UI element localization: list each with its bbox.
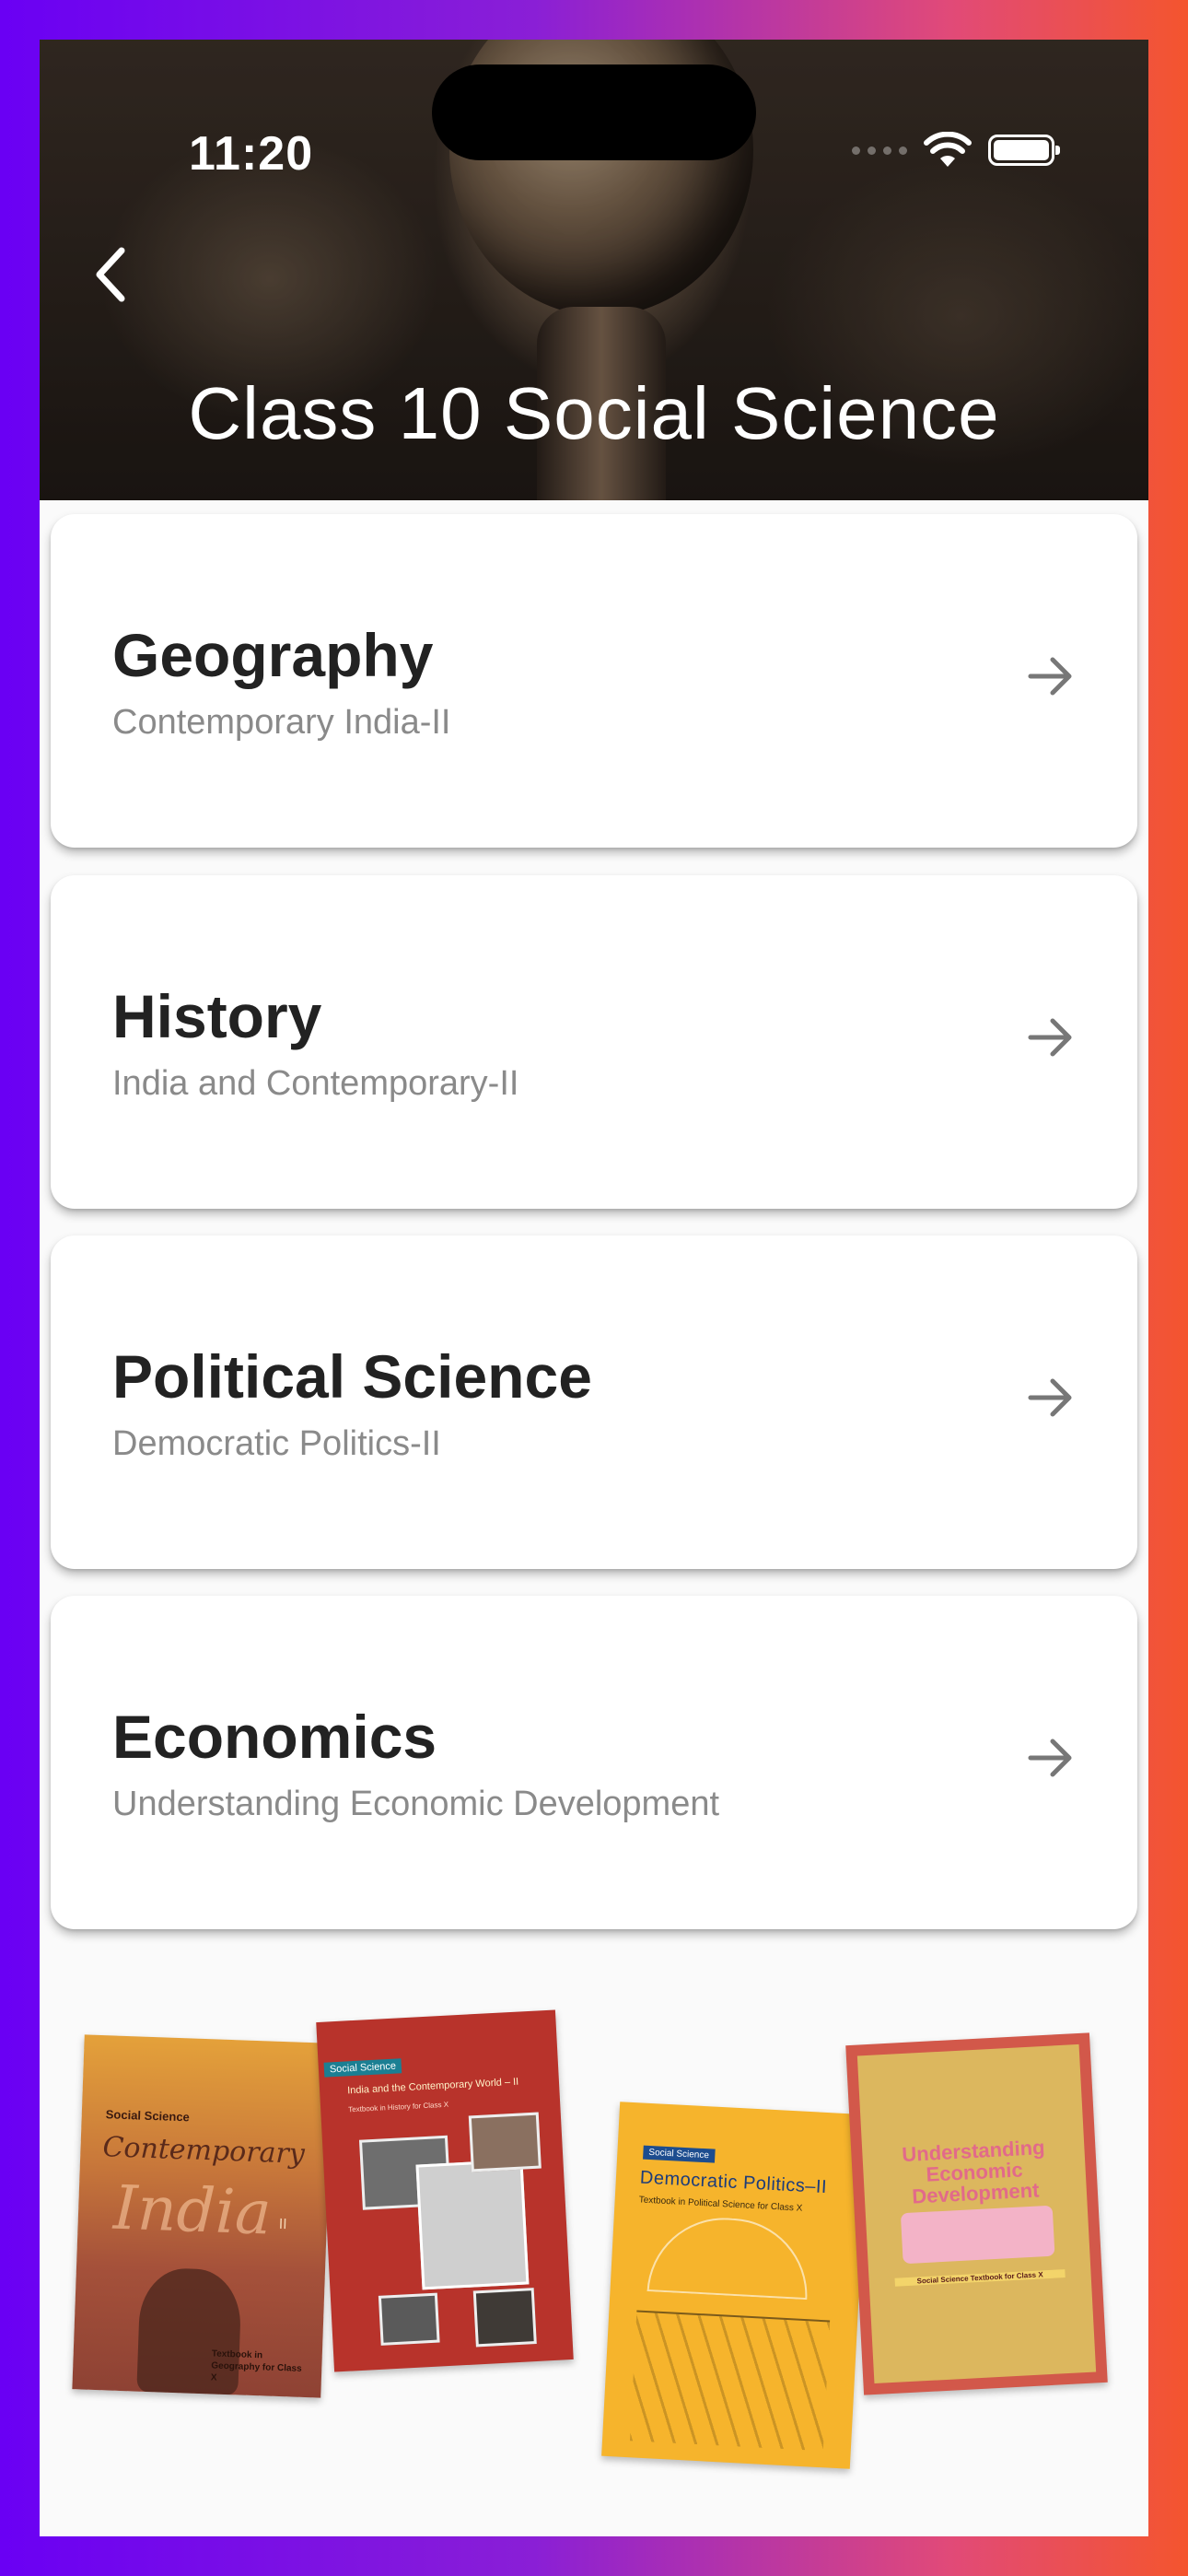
subject-subtitle: Understanding Economic Development [112,1785,720,1823]
battery-icon [988,135,1060,166]
book-title-2: India [111,2172,273,2249]
chevron-left-icon [96,247,125,302]
page-title: Class 10 Social Science [188,372,1000,454]
book-cover-political-science: Social Science Democratic Politics–II Te… [601,2102,868,2469]
book-series: Social Science [323,2058,402,2078]
arrow-right-icon [1028,1018,1072,1057]
book-numeral: II [278,2216,287,2233]
status-time: 11:20 [189,127,314,181]
parliament-sketch [646,2214,811,2301]
bus-illustration [900,2205,1055,2265]
subject-title: History [112,982,322,1050]
book-caption: Textbook in History for Class X [348,2100,449,2114]
book-cover-history: Social Science India and the Contemporar… [316,2009,574,2372]
back-button[interactable] [69,228,152,321]
subject-title: Geography [112,621,434,689]
app-screen: 11:20 Class 10 Social Science Geography … [40,40,1148,2536]
dynamic-island [432,64,756,160]
subject-subtitle: Contemporary India-II [112,703,451,742]
book-series: Social Science [643,2145,716,2163]
book-title: Understanding Economic Development [901,2136,1046,2208]
header-banner: 11:20 Class 10 Social Science [40,40,1148,500]
arrow-right-icon [1028,657,1072,696]
subject-card-history[interactable]: History India and Contemporary-II [51,875,1137,1209]
subject-card-economics[interactable]: Economics Understanding Economic Develop… [51,1596,1137,1929]
arrow-right-icon [1028,1739,1072,1777]
subject-card-political-science[interactable]: Political Science Democratic Politics-II [51,1235,1137,1569]
wifi-icon [924,132,972,167]
book-caption: Textbook in Political Science for Class … [638,2195,803,2214]
arrow-right-icon [1028,1378,1072,1417]
textbook-covers: Social Science Contemporary India II Tex… [40,1928,1148,2469]
book-cover-economics: Understanding Economic Development Socia… [845,2032,1108,2395]
subject-card-geography[interactable]: Geography Contemporary India-II [51,514,1137,848]
status-indicators [852,132,1060,169]
book-title: Democratic Politics–II [639,2167,828,2198]
book-caption: Textbook in Geography for Class X [210,2348,302,2383]
book-cover-geography: Social Science Contemporary India II Tex… [72,2034,333,2398]
subject-title: Economics [112,1703,437,1771]
book-title: India and the Contemporary World – II [346,2076,519,2097]
subject-title: Political Science [112,1342,592,1411]
cartoon-figures [630,2310,831,2452]
subject-subtitle: India and Contemporary-II [112,1064,519,1103]
book-series: Social Science [105,2107,191,2125]
signal-icon [852,146,907,155]
subject-subtitle: Democratic Politics-II [112,1424,441,1463]
book-title: Contemporary [101,2131,306,2171]
